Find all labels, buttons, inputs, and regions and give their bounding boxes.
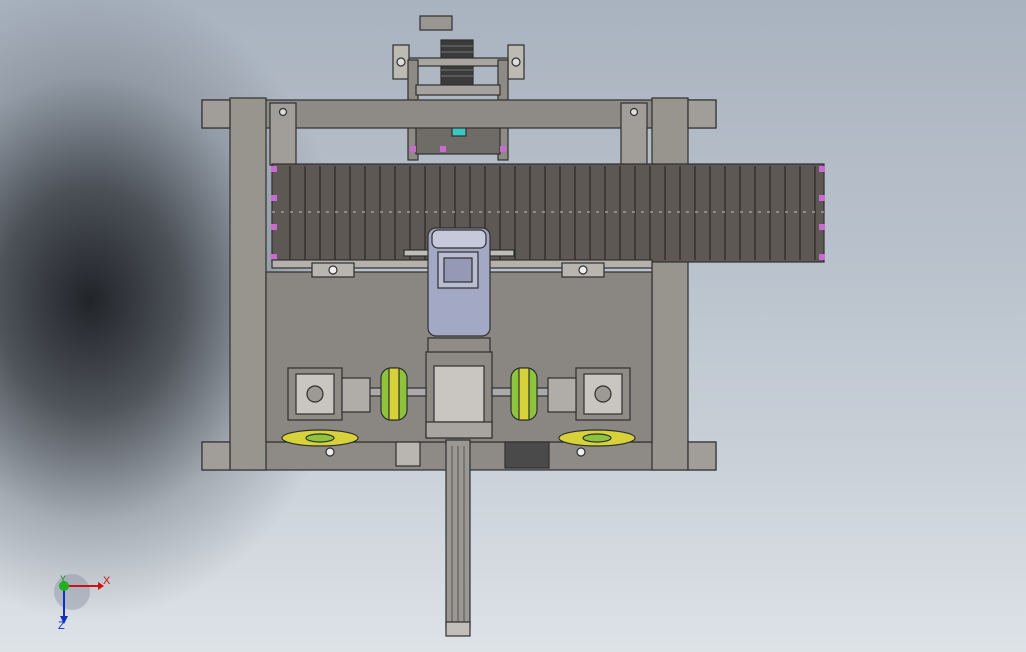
conveyor-assembly-model[interactable]: [0, 0, 1026, 652]
foot-bottom-left[interactable]: [201, 441, 231, 471]
x-axis-label: X: [103, 575, 111, 587]
output-shaft-end: [445, 621, 471, 637]
foot-top-right[interactable]: [687, 99, 717, 129]
right-post[interactable]: [651, 97, 689, 471]
orientation-triad[interactable]: X Y Z: [48, 570, 128, 640]
top-bearing-right-bolt: [511, 57, 521, 67]
bottom-left-block[interactable]: [395, 441, 421, 467]
gearbox-base[interactable]: [425, 421, 493, 439]
gearbox-face: [433, 365, 485, 423]
bottom-motor-block[interactable]: [504, 441, 550, 469]
tensioner-left-bolt: [328, 265, 338, 275]
left-gearbox-shaft-housing: [341, 377, 371, 413]
left-pulley-hub: [305, 433, 335, 443]
left-post[interactable]: [229, 97, 267, 471]
right-pulley-bolt: [576, 447, 586, 457]
output-shaft[interactable]: [445, 439, 471, 637]
right-gearbox-shaft-housing: [547, 377, 577, 413]
top-crossbar[interactable]: [415, 84, 501, 96]
center-gearbox[interactable]: [425, 351, 493, 439]
motor-terminal-inner: [443, 257, 473, 283]
left-coupling-ring: [388, 367, 400, 421]
left-pulley-bolt: [325, 447, 335, 457]
z-axis-label: Z: [58, 620, 65, 632]
bracket-bolt-right: [629, 107, 639, 117]
foot-bottom-right[interactable]: [687, 441, 717, 471]
top-clamp-block[interactable]: [419, 15, 453, 31]
conveyor-belt[interactable]: [271, 163, 825, 263]
tensioner-right-bolt: [578, 265, 588, 275]
cad-viewport[interactable]: X Y Z: [0, 0, 1026, 652]
top-bearing-left-bolt: [396, 57, 406, 67]
right-pulley-hub: [582, 433, 612, 443]
foot-top-left[interactable]: [201, 99, 231, 129]
motor-end-cap: [431, 229, 487, 249]
bracket-bolt-left: [278, 107, 288, 117]
left-gearbox-bolt: [306, 385, 324, 403]
right-gearbox-bolt: [594, 385, 612, 403]
y-axis-label: Y: [60, 574, 67, 584]
chain-conveyor[interactable]: [271, 146, 825, 278]
right-coupling-ring: [518, 367, 530, 421]
top-gear-assembly[interactable]: [392, 15, 525, 161]
